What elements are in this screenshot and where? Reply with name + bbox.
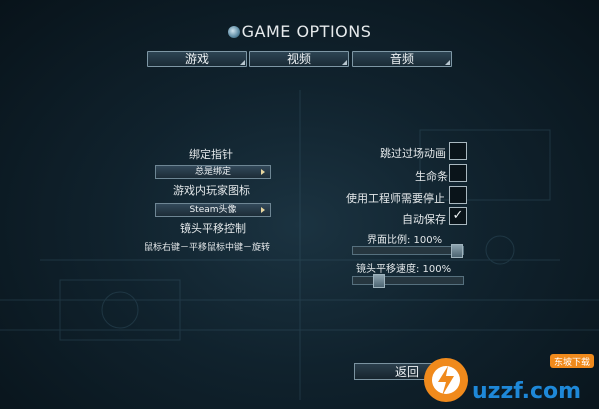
ui-scale-slider-knob[interactable] bbox=[451, 244, 463, 258]
tab-audio-label: 音频 bbox=[389, 52, 414, 66]
tab-corner-icon bbox=[240, 60, 245, 65]
camera-pan-hint: 鼠标右键－平移鼠标中键－旋转 bbox=[144, 243, 271, 253]
page-title-text: GAME OPTIONS bbox=[241, 22, 372, 41]
tab-game[interactable]: 游戏 bbox=[147, 51, 247, 67]
camera-pan-label: 镜头平移控制 bbox=[180, 222, 246, 235]
skip-cutscene-label: 跳过过场动画 bbox=[380, 147, 446, 160]
camera-speed-slider-knob[interactable] bbox=[373, 274, 385, 288]
tab-audio[interactable]: 音频 bbox=[352, 51, 452, 67]
player-icon-label: 游戏内玩家图标 bbox=[173, 184, 250, 197]
dropdown-arrow-icon bbox=[261, 169, 265, 175]
player-icon-value: Steam头像 bbox=[189, 205, 237, 215]
game-logo-icon bbox=[227, 26, 240, 38]
player-icon-dropdown[interactable]: Steam头像 bbox=[155, 203, 271, 217]
health-bar-label: 生命条 bbox=[415, 170, 448, 183]
camera-speed-label: 镜头平移速度: 100% bbox=[356, 264, 452, 275]
skip-cutscene-checkbox[interactable] bbox=[449, 142, 467, 160]
health-bar-checkbox[interactable] bbox=[449, 164, 467, 182]
tab-corner-icon bbox=[445, 60, 450, 65]
dropdown-arrow-icon bbox=[261, 207, 265, 213]
ui-scale-slider[interactable] bbox=[352, 244, 464, 258]
back-button-label: 返回 bbox=[395, 365, 420, 379]
bind-pointer-dropdown[interactable]: 总是绑定 bbox=[155, 165, 271, 179]
watermark-badge-text: 东坡下载 bbox=[554, 356, 590, 368]
engineer-stop-checkbox[interactable] bbox=[449, 186, 467, 204]
autosave-checkbox[interactable]: ✓ bbox=[449, 207, 467, 225]
ui-scale-label: 界面比例: 100% bbox=[367, 235, 443, 246]
tab-corner-icon bbox=[342, 60, 347, 65]
engineer-stop-label: 使用工程师需要停止 bbox=[346, 192, 445, 205]
bind-pointer-value: 总是绑定 bbox=[194, 167, 231, 177]
tab-video-label: 视频 bbox=[286, 52, 311, 66]
bind-pointer-label: 绑定指针 bbox=[189, 148, 233, 161]
tab-video[interactable]: 视频 bbox=[249, 51, 349, 67]
tab-game-label: 游戏 bbox=[184, 52, 209, 66]
page-title: GAME OPTIONS bbox=[0, 22, 599, 41]
watermark-logo: 东坡下载 uzzf.com bbox=[424, 354, 594, 404]
watermark-text: uzzf.com bbox=[472, 379, 581, 404]
camera-speed-slider[interactable] bbox=[352, 274, 464, 288]
autosave-label: 自动保存 bbox=[402, 213, 446, 226]
checkmark-icon: ✓ bbox=[452, 208, 464, 223]
